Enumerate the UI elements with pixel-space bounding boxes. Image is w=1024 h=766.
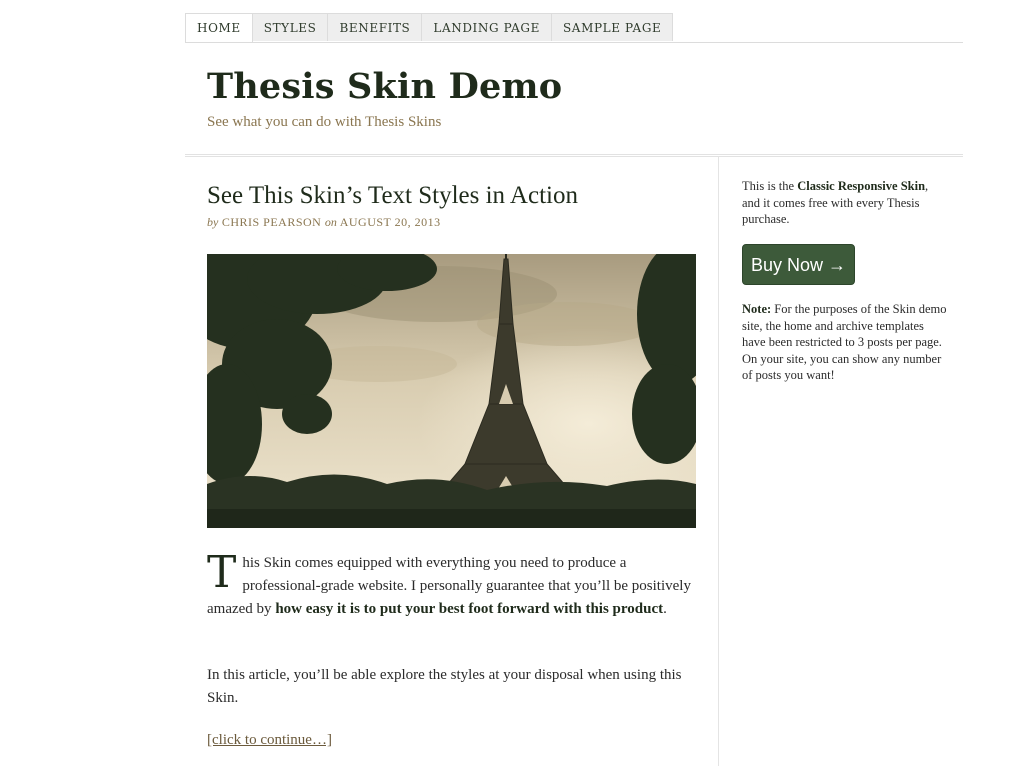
post-date: AUGUST 20, 2013 — [339, 215, 441, 229]
intro-bold: Classic Responsive Skin — [797, 179, 926, 193]
post-author-link[interactable]: CHRIS PEARSON — [222, 215, 322, 229]
sidebar-note: Note: For the purposes of the Skin demo … — [742, 301, 947, 384]
eiffel-tower-photo — [207, 254, 696, 528]
continue-reading-link[interactable]: [click to continue…] — [207, 732, 332, 749]
sidebar-intro: This is the Classic Responsive Skin, and… — [742, 178, 947, 228]
buy-now-button[interactable]: Buy Now → — [742, 244, 855, 285]
page-container: HOME STYLES BENEFITS LANDING PAGE SAMPLE… — [185, 13, 963, 766]
site-title[interactable]: Thesis Skin Demo — [207, 66, 562, 107]
nav-tab-styles[interactable]: STYLES — [252, 13, 329, 41]
nav-tabs: HOME STYLES BENEFITS LANDING PAGE SAMPLE… — [185, 13, 963, 42]
nav-tab-sample-page[interactable]: SAMPLE PAGE — [551, 13, 674, 41]
intro-pre: This is the — [742, 179, 798, 193]
nav-tab-landing-page[interactable]: LANDING PAGE — [422, 13, 552, 41]
byline-by: by — [207, 215, 219, 229]
site-tagline: See what you can do with Thesis Skins — [207, 114, 442, 130]
post-byline: by CHRIS PEARSON on AUGUST 20, 2013 — [207, 215, 441, 230]
post-paragraph-2: In this article, you’ll be able explore … — [207, 667, 682, 706]
post-title[interactable]: See This Skin’s Text Styles in Action — [207, 182, 578, 210]
p1-bold-text: how easy it is to put your best foot for… — [275, 601, 664, 617]
note-text: For the purposes of the Skin demo site, … — [742, 302, 947, 382]
post-featured-image — [207, 254, 696, 528]
nav-tab-home[interactable]: HOME — [185, 13, 253, 42]
site-header: Thesis Skin Demo See what you can do wit… — [185, 42, 963, 157]
byline-on: on — [324, 215, 337, 229]
main-content: See This Skin’s Text Styles in Action by… — [185, 157, 719, 766]
top-nav: HOME STYLES BENEFITS LANDING PAGE SAMPLE… — [185, 13, 963, 43]
nav-tab-benefits[interactable]: BENEFITS — [328, 13, 423, 41]
p1-end: . — [663, 601, 667, 617]
post-paragraph-1: This Skin comes equipped with everything… — [207, 547, 699, 621]
drop-cap: T — [207, 547, 237, 598]
note-label: Note: — [742, 302, 772, 316]
